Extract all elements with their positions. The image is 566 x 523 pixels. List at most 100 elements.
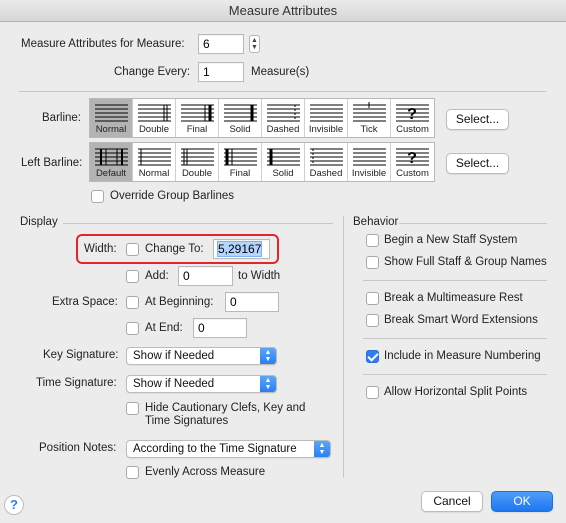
begin-new-staff-system-label: Begin a New Staff System bbox=[384, 234, 518, 246]
divider bbox=[18, 91, 546, 92]
left-barline-final-icon bbox=[224, 148, 257, 166]
left-barline-solid-button[interactable]: Solid bbox=[262, 143, 305, 181]
extra-space-label: Extra Space: bbox=[52, 296, 118, 308]
change-every-input[interactable]: 1 bbox=[198, 62, 244, 82]
hide-cautionary-label-line1: Hide Cautionary Clefs, Key and bbox=[145, 402, 306, 414]
left-barline-double-icon bbox=[181, 148, 214, 166]
barline-invisible-icon bbox=[310, 104, 343, 122]
measure-attributes-label: Measure Attributes for Measure: bbox=[21, 38, 185, 50]
left-barline-label: Left Barline: bbox=[21, 157, 83, 169]
chevron-updown-icon: ▲ ▼ bbox=[314, 441, 330, 457]
change-to-input[interactable]: 5,29167 bbox=[213, 239, 270, 259]
barline-button-row: Normal Double Final Solid Dashed Invisib… bbox=[89, 98, 435, 138]
left-barline-select-button[interactable]: Select... bbox=[446, 153, 509, 174]
section-divider bbox=[343, 216, 344, 478]
barline-final-icon bbox=[181, 104, 214, 122]
break-multimeasure-rest-checkbox[interactable] bbox=[366, 292, 379, 305]
left-barline-default-icon bbox=[95, 148, 128, 166]
behavior-divider-2 bbox=[363, 280, 547, 281]
barline-tick-button[interactable]: Tick bbox=[348, 99, 391, 137]
at-end-input[interactable]: 0 bbox=[193, 318, 247, 338]
change-to-checkbox[interactable] bbox=[126, 243, 139, 256]
key-signature-popup[interactable]: Show if Needed ▲ ▼ bbox=[126, 347, 277, 365]
measure-number-stepper[interactable]: ▲ ▼ bbox=[249, 35, 260, 53]
left-barline-dashed-button[interactable]: Dashed bbox=[305, 143, 348, 181]
left-barline-normal-button[interactable]: Normal bbox=[133, 143, 176, 181]
to-width-label: to Width bbox=[238, 270, 281, 282]
barline-double-button[interactable]: Double bbox=[133, 99, 176, 137]
time-signature-label: Time Signature: bbox=[36, 377, 117, 389]
at-end-checkbox[interactable] bbox=[126, 322, 139, 335]
barline-final-button[interactable]: Final bbox=[176, 99, 219, 137]
barline-invisible-button[interactable]: Invisible bbox=[305, 99, 348, 137]
key-signature-label: Key Signature: bbox=[43, 349, 119, 361]
barline-select-button[interactable]: Select... bbox=[446, 109, 509, 130]
change-to-label: Change To: bbox=[145, 243, 204, 255]
change-every-label: Change Every: bbox=[114, 66, 191, 78]
barline-solid-button[interactable]: Solid bbox=[219, 99, 262, 137]
barline-custom-button[interactable]: ? Custom bbox=[391, 99, 434, 137]
at-end-label: At End: bbox=[145, 322, 183, 334]
evenly-across-measure-label: Evenly Across Measure bbox=[145, 466, 266, 478]
left-barline-invisible-icon bbox=[353, 148, 386, 166]
barline-custom-icon: ? bbox=[396, 104, 429, 123]
left-barline-dashed-icon bbox=[310, 148, 343, 166]
cancel-button[interactable]: Cancel bbox=[421, 491, 483, 512]
at-beginning-input[interactable]: 0 bbox=[225, 292, 279, 312]
help-icon[interactable]: ? bbox=[4, 495, 24, 515]
allow-horizontal-split-points-label: Allow Horizontal Split Points bbox=[384, 386, 528, 398]
left-barline-normal-icon bbox=[138, 148, 171, 166]
behavior-divider-3 bbox=[363, 338, 547, 339]
hide-cautionary-label-line2: Time Signatures bbox=[145, 415, 229, 427]
add-checkbox[interactable] bbox=[126, 270, 139, 283]
left-barline-final-button[interactable]: Final bbox=[219, 143, 262, 181]
break-smart-word-extensions-label: Break Smart Word Extensions bbox=[384, 314, 538, 326]
left-barline-custom-icon: ? bbox=[396, 148, 429, 167]
barline-dashed-icon bbox=[267, 104, 300, 122]
ok-button[interactable]: OK bbox=[491, 491, 553, 512]
display-divider bbox=[63, 223, 333, 224]
add-label: Add: bbox=[145, 270, 169, 282]
behavior-divider-4 bbox=[363, 374, 547, 375]
barline-dashed-button[interactable]: Dashed bbox=[262, 99, 305, 137]
include-in-measure-numbering-checkbox[interactable] bbox=[366, 350, 379, 363]
window-title: Measure Attributes bbox=[0, 0, 566, 22]
change-every-unit: Measure(s) bbox=[251, 66, 310, 78]
measure-number-input[interactable]: 6 bbox=[198, 34, 244, 54]
allow-horizontal-split-points-checkbox[interactable] bbox=[366, 386, 379, 399]
hide-cautionary-checkbox[interactable] bbox=[126, 402, 139, 415]
add-input[interactable]: 0 bbox=[178, 266, 233, 286]
left-barline-default-button[interactable]: Default bbox=[90, 143, 133, 181]
display-heading: Display bbox=[20, 216, 58, 228]
barline-normal-button[interactable]: Normal bbox=[90, 99, 133, 137]
at-beginning-label: At Beginning: bbox=[145, 296, 214, 308]
left-barline-custom-button[interactable]: ? Custom bbox=[391, 143, 434, 181]
evenly-across-measure-checkbox[interactable] bbox=[126, 466, 139, 479]
break-smart-word-extensions-checkbox[interactable] bbox=[366, 314, 379, 327]
left-barline-double-button[interactable]: Double bbox=[176, 143, 219, 181]
barline-label: Barline: bbox=[42, 112, 81, 124]
chevron-updown-icon: ▲ ▼ bbox=[260, 376, 276, 392]
include-in-measure-numbering-label: Include in Measure Numbering bbox=[384, 350, 541, 362]
position-notes-label: Position Notes: bbox=[39, 442, 117, 454]
behavior-heading: Behavior bbox=[353, 216, 399, 228]
left-barline-invisible-button[interactable]: Invisible bbox=[348, 143, 391, 181]
override-group-barlines-label: Override Group Barlines bbox=[110, 190, 234, 202]
override-group-barlines-checkbox[interactable] bbox=[91, 190, 104, 203]
show-full-staff-names-checkbox[interactable] bbox=[366, 256, 379, 269]
time-signature-popup[interactable]: Show if Needed ▲ ▼ bbox=[126, 375, 277, 393]
barline-double-icon bbox=[138, 104, 171, 122]
width-label: Width: bbox=[84, 243, 117, 255]
left-barline-button-row: Default Normal Double Final Solid Dashed… bbox=[89, 142, 435, 182]
left-barline-solid-icon bbox=[267, 148, 300, 166]
change-to-value: 5,29167 bbox=[216, 241, 263, 257]
barline-tick-icon bbox=[353, 102, 386, 122]
behavior-divider bbox=[399, 223, 547, 224]
barline-solid-icon bbox=[224, 104, 257, 122]
begin-new-staff-system-checkbox[interactable] bbox=[366, 234, 379, 247]
svg-text:?: ? bbox=[407, 150, 417, 167]
chevron-updown-icon: ▲ ▼ bbox=[260, 348, 276, 364]
position-notes-popup[interactable]: According to the Time Signature ▲ ▼ bbox=[126, 440, 331, 458]
break-multimeasure-rest-label: Break a Multimeasure Rest bbox=[384, 292, 523, 304]
at-beginning-checkbox[interactable] bbox=[126, 296, 139, 309]
